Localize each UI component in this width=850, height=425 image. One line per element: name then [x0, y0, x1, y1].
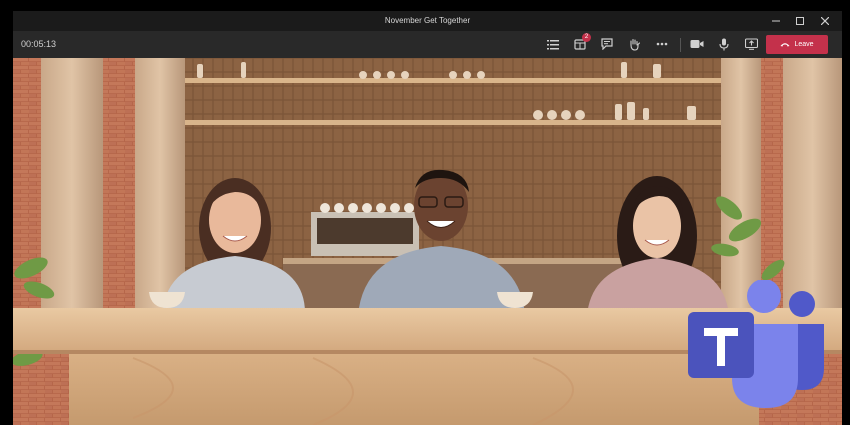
- breakout-rooms-button[interactable]: 2: [569, 33, 591, 53]
- more-actions-button[interactable]: [651, 35, 673, 53]
- raise-hand-button[interactable]: [623, 35, 645, 53]
- share-screen-button[interactable]: [740, 35, 762, 53]
- microphone-icon: [719, 38, 729, 50]
- rooms-badge: 2: [582, 33, 591, 42]
- raise-hand-icon: [630, 38, 640, 51]
- minimize-icon: [772, 20, 780, 22]
- title-bar: November Get Together: [13, 11, 842, 31]
- leave-label: Leave: [794, 41, 814, 48]
- chat-icon: [601, 38, 613, 50]
- leave-button[interactable]: Leave: [766, 35, 828, 54]
- microphone-button[interactable]: [713, 35, 735, 53]
- participants-button[interactable]: [542, 35, 564, 53]
- share-screen-icon: [744, 38, 758, 50]
- chat-button[interactable]: [596, 35, 618, 53]
- minimize-button[interactable]: [765, 13, 787, 29]
- close-icon: [821, 17, 829, 25]
- meeting-title: November Get Together: [384, 16, 471, 25]
- close-button[interactable]: [814, 13, 836, 29]
- camera-icon: [690, 40, 704, 48]
- maximize-icon: [796, 17, 804, 25]
- participants-icon: [547, 39, 559, 49]
- toolbar-divider: [680, 38, 681, 52]
- maximize-button[interactable]: [789, 13, 811, 29]
- microsoft-teams-logo: [688, 280, 824, 408]
- call-timer: 00:05:13: [21, 39, 57, 49]
- meeting-window: November Get Together 00:05:13 2 Leave: [0, 0, 850, 425]
- more-actions-icon: [656, 42, 668, 46]
- hang-up-icon: [780, 43, 790, 47]
- camera-button[interactable]: [686, 35, 708, 53]
- meeting-toolbar: 00:05:13 2 Leave: [13, 31, 842, 58]
